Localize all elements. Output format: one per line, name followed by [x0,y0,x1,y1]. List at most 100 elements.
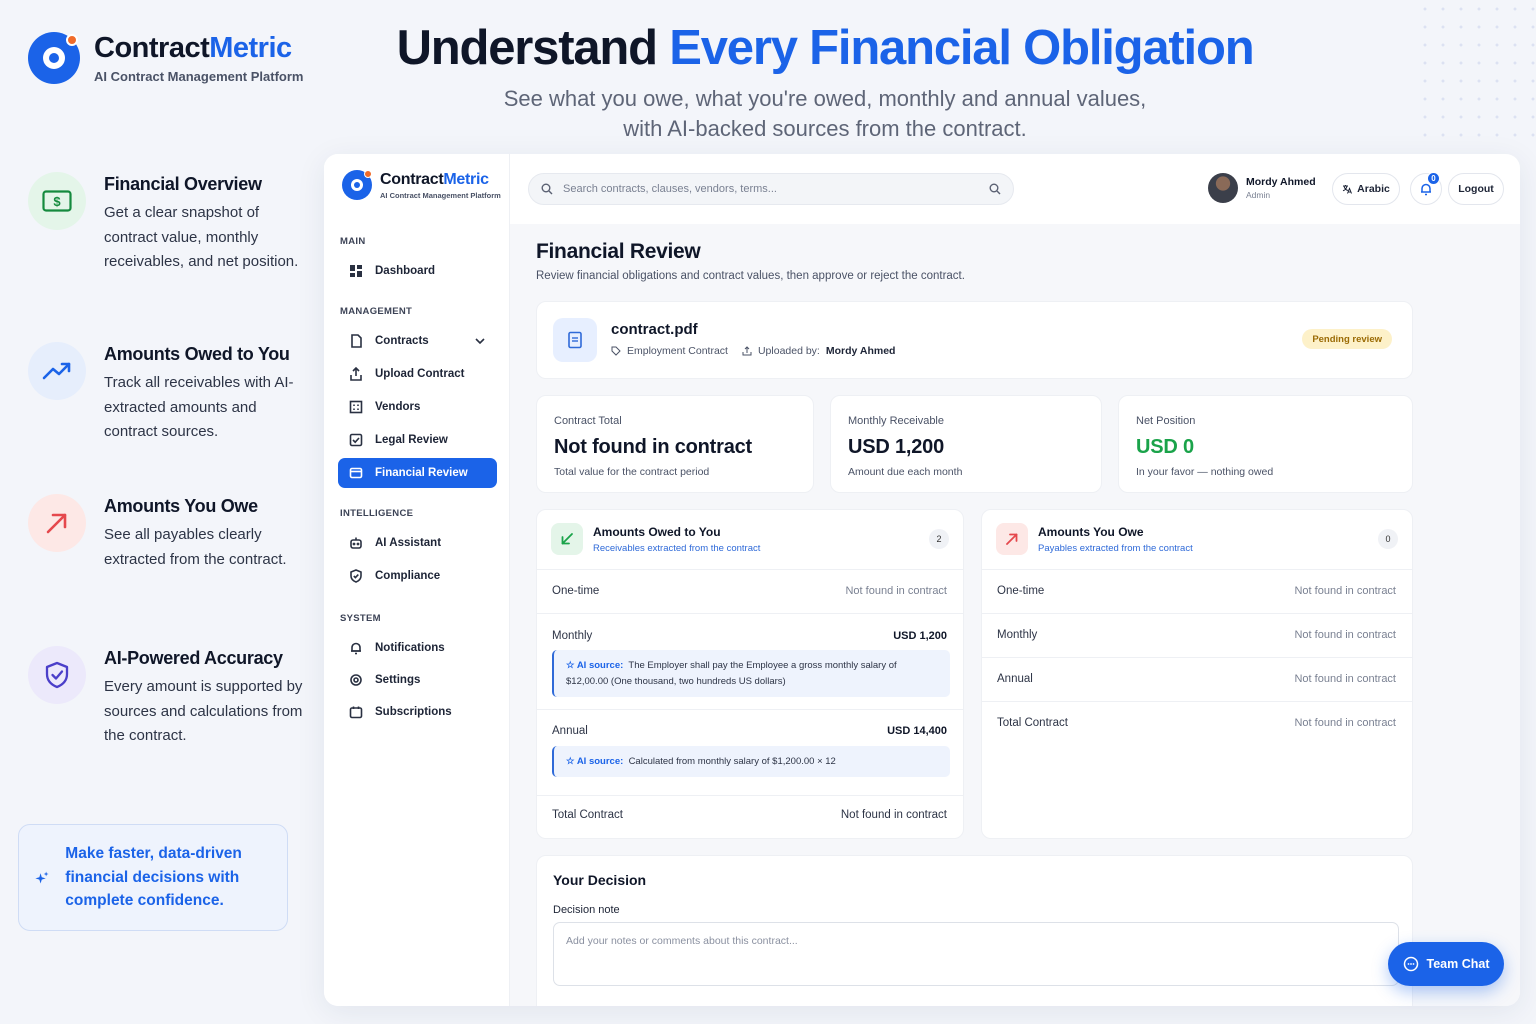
page-title: Financial Review [536,240,701,263]
feature-financial-overview: $ Financial Overview Get a clear snapshot… [28,172,308,275]
stat-contract-total: Contract Total Not found in contract Tot… [536,395,814,493]
search-submit-icon[interactable] [989,183,1001,195]
page-subtitle: Review financial obligations and contrac… [536,270,965,282]
callout-text: Make faster, data-driven financial decis… [65,845,242,910]
avatar [1208,173,1238,203]
app-window: ContractMetric AI Contract Management Pl… [324,154,1520,1006]
brand-subtitle: AI Contract Management Platform [94,69,304,84]
feature-title: Amounts You Owe [104,496,258,516]
table-row: One-time Not found in contract [537,570,963,614]
arrow-down-left-icon [551,523,583,555]
sidebar: ContractMetric AI Contract Management Pl… [324,154,510,1006]
brand-logo: ContractMetric AI Contract Management Pl… [28,32,303,84]
file-meta: Employment Contract Uploaded by: Mordy A… [611,345,895,357]
calendar-icon [349,706,363,719]
hero-title: Understand Every Financial Obligation [396,21,1255,75]
user-name: Mordy Ahmed [1246,176,1316,188]
count-badge: 0 [1378,529,1398,549]
sidebar-item-vendors[interactable]: Vendors [338,392,497,422]
search-input[interactable] [563,183,979,195]
sparkle-icon [35,871,49,884]
feature-desc: Every amount is supported by sources and… [104,678,303,744]
count-badge: 2 [929,529,949,549]
sidebar-item-subscriptions[interactable]: Subscriptions [338,697,497,727]
feature-ai-accuracy: AI-Powered Accuracy Every amount is suppo… [28,646,308,749]
search-bar[interactable] [528,173,1014,205]
callout: Make faster, data-driven financial decis… [18,824,288,931]
file-card: contract.pdf Employment Contract Uploade… [536,301,1413,379]
user-role: Admin [1246,190,1271,200]
feature-title: AI-Powered Accuracy [104,648,283,668]
decision-note-input[interactable] [553,922,1399,986]
feature-desc: See all payables clearly extracted from … [104,526,287,568]
bot-icon [350,537,362,549]
check-square-icon [349,433,363,447]
background-dots [1416,0,1536,150]
table-row: Total Contract Not found in contract [997,717,1396,729]
feature-owed-to-you: Amounts Owed to You Track all receivables… [28,342,308,445]
arrow-up-right-icon [28,494,86,552]
file-icon [351,334,362,348]
decision-note-label: Decision note [553,904,620,916]
notifications-button[interactable]: 0 [1410,172,1442,205]
file-name[interactable]: contract.pdf [611,321,698,338]
ai-source: ☆ AI source: The Employer shall pay the … [552,650,950,697]
logo-icon [28,32,80,84]
section-intelligence: INTELLIGENCE [340,508,414,519]
panel-you-owe: Amounts You Owe Payables extracted from … [981,509,1413,839]
decision-card: Your Decision Decision note [536,855,1413,1006]
sidebar-item-financial-review[interactable]: Financial Review [338,458,497,488]
building-icon [349,400,363,414]
svg-text:$: $ [53,194,61,209]
shield-icon [350,569,362,583]
section-system: SYSTEM [340,613,381,624]
sidebar-item-ai-assistant[interactable]: AI Assistant [338,528,497,558]
table-row: Monthly USD 1,200 ☆ AI source: The Emplo… [537,614,963,710]
upload-icon [350,367,362,381]
bell-icon [351,642,361,655]
shield-check-icon [28,646,86,704]
team-chat-button[interactable]: Team Chat [1388,942,1504,986]
ai-source: ☆ AI source: Calculated from monthly sal… [552,746,950,777]
wallet-icon [349,467,363,479]
user-profile[interactable]: Mordy Ahmed Admin [1208,173,1316,203]
search-icon [541,183,553,195]
feature-title: Financial Overview [104,174,262,194]
sidebar-brand[interactable]: ContractMetric AI Contract Management Pl… [342,170,501,200]
panel-owed-to-you: Amounts Owed to You Receivables extracte… [536,509,964,839]
table-row: Annual USD 14,400 ☆ AI source: Calculate… [537,710,963,796]
table-row: Annual Not found in contract [982,658,1412,702]
table-row: One-time Not found in contract [982,570,1412,614]
stat-monthly-receivable: Monthly Receivable USD 1,200 Amount due … [830,395,1102,493]
sidebar-item-dashboard[interactable]: Dashboard [338,256,497,286]
language-button[interactable]: Arabic [1332,173,1400,205]
sidebar-item-compliance[interactable]: Compliance [338,561,497,591]
hero: Understand Every Financial Obligation Se… [340,20,1310,144]
upload-icon [742,346,752,356]
logout-button[interactable]: Logout [1448,173,1504,205]
document-icon [553,318,597,362]
feature-title: Amounts Owed to You [104,344,290,364]
decision-title: Your Decision [553,872,647,888]
grid-icon [350,265,362,277]
sidebar-item-settings[interactable]: Settings [338,665,497,695]
sidebar-item-upload-contract[interactable]: Upload Contract [338,359,497,389]
brand-name: ContractMetric [94,32,292,64]
translate-icon [1342,185,1353,194]
logo-icon [342,170,372,200]
feature-you-owe: Amounts You Owe See all payables clearly … [28,494,308,572]
table-row: Total Contract Not found in contract [552,809,947,821]
table-row: Monthly Not found in contract [982,614,1412,658]
feature-desc: Get a clear snapshot of contract value, … [104,204,299,270]
status-badge: Pending review [1302,329,1392,349]
feature-desc: Track all receivables with AI-extracted … [104,374,294,440]
hero-subtitle: See what you owe, what you're owed, mont… [503,86,1147,141]
dollar-bill-icon: $ [28,172,86,230]
sidebar-item-notifications[interactable]: Notifications [338,633,497,663]
chevron-down-icon [475,338,485,345]
chat-icon [1403,956,1418,972]
main-content: Financial Review Review financial obliga… [510,224,1520,1006]
sidebar-item-legal-review[interactable]: Legal Review [338,425,497,455]
sidebar-item-contracts[interactable]: Contracts [338,326,497,356]
arrow-up-right-icon [996,523,1028,555]
